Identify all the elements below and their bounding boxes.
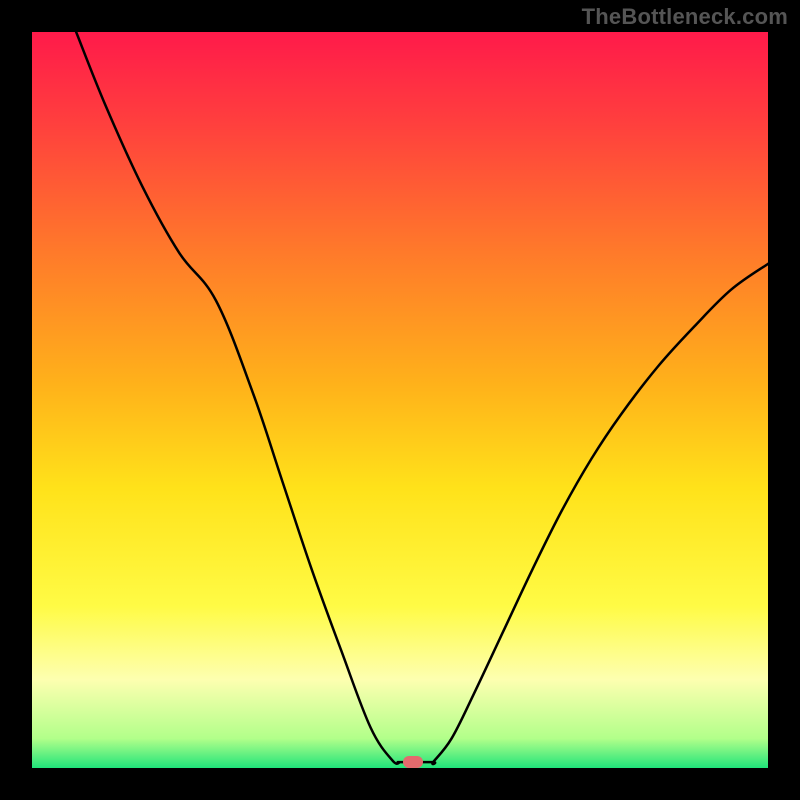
watermark-text: TheBottleneck.com: [582, 4, 788, 30]
gradient-background: [32, 32, 768, 768]
chart-frame: TheBottleneck.com: [0, 0, 800, 800]
plot-svg: [32, 32, 768, 768]
plot-area: [32, 32, 768, 768]
optimal-marker: [403, 756, 423, 768]
